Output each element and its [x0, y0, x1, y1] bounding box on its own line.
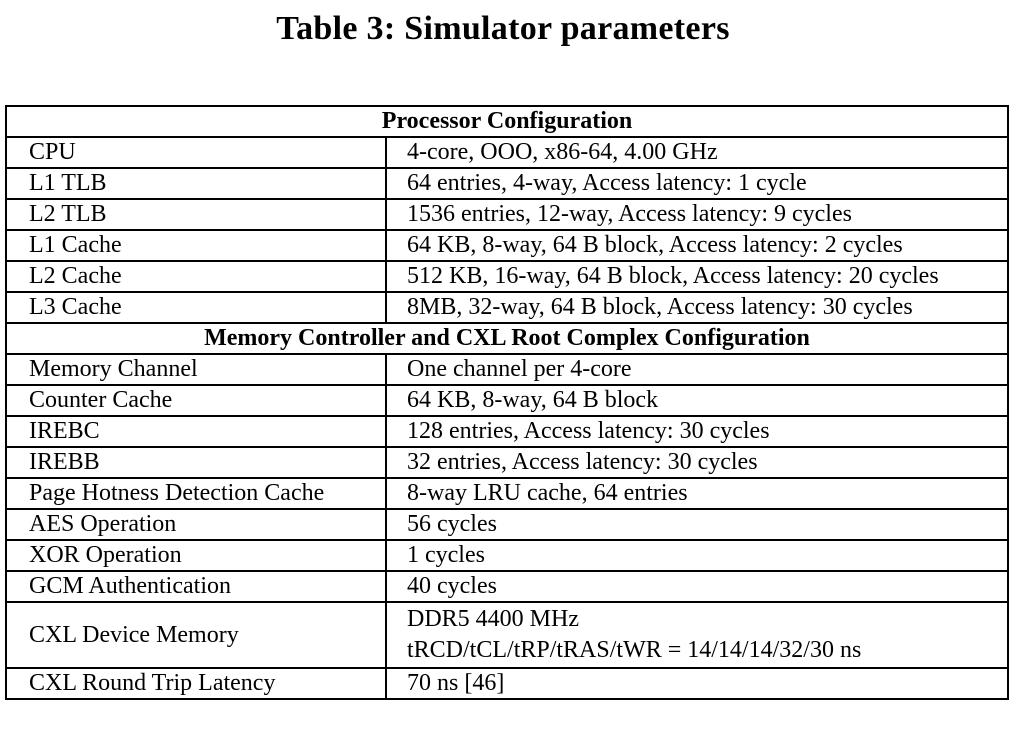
- value-line: 8-way LRU cache, 64 entries: [407, 480, 688, 506]
- value-cell: 64 KB, 8-way, 64 B block, Access latency…: [385, 229, 1009, 262]
- table-row: L1 TLB 64 entries, 4-way, Access latency:…: [5, 167, 1009, 200]
- section-heading: Memory Controller and CXL Root Complex C…: [5, 322, 1009, 355]
- value-line: 40 cycles: [407, 573, 497, 599]
- value-cell: 40 cycles: [385, 570, 1009, 603]
- table-row: IREBB 32 entries, Access latency: 30 cycl…: [5, 446, 1009, 479]
- value-cell: 64 KB, 8-way, 64 B block: [385, 384, 1009, 417]
- value-line: 512 KB, 16-way, 64 B block, Access laten…: [407, 263, 939, 289]
- value-line: 64 KB, 8-way, 64 B block: [407, 387, 659, 413]
- table-row: IREBC 128 entries, Access latency: 30 cyc…: [5, 415, 1009, 448]
- parameter-cell: L1 Cache: [5, 229, 387, 262]
- value-line: 1536 entries, 12-way, Access latency: 9 …: [407, 201, 852, 227]
- table-row: Counter Cache 64 KB, 8-way, 64 B block: [5, 384, 1009, 417]
- table-row: GCM Authentication 40 cycles: [5, 570, 1009, 603]
- simulator-parameters-table: Processor Configuration CPU 4-core, OOO, x…: [5, 105, 1009, 700]
- value-line: 4-core, OOO, x86-64, 4.00 GHz: [407, 139, 718, 165]
- value-cell: 8-way LRU cache, 64 entries: [385, 477, 1009, 510]
- value-line: 56 cycles: [407, 511, 497, 537]
- table-row: L1 Cache 64 KB, 8-way, 64 B block, Access…: [5, 229, 1009, 262]
- table-row: CXL Device Memory DDR5 4400 MHz tRCD/tCL/t…: [5, 601, 1009, 669]
- table-row: Page Hotness Detection Cache 8-way LRU ca…: [5, 477, 1009, 510]
- value-line: tRCD/tCL/tRP/tRAS/tWR = 14/14/14/32/30 n…: [407, 637, 862, 663]
- parameter-cell: L3 Cache: [5, 291, 387, 324]
- value-cell: 8MB, 32-way, 64 B block, Access latency:…: [385, 291, 1009, 324]
- parameter-cell: CXL Round Trip Latency: [5, 667, 387, 700]
- table-body: Processor Configuration CPU 4-core, OOO, x…: [5, 105, 1009, 700]
- section-header-row: Processor Configuration: [5, 105, 1009, 138]
- value-line: 1 cycles: [407, 542, 485, 568]
- parameter-cell: Page Hotness Detection Cache: [5, 477, 387, 510]
- value-line: 128 entries, Access latency: 30 cycles: [407, 418, 770, 444]
- table-row: CXL Round Trip Latency 70 ns [46]: [5, 667, 1009, 700]
- parameter-cell: Memory Channel: [5, 353, 387, 386]
- table-row: Memory Channel One channel per 4-core: [5, 353, 1009, 386]
- table-row: XOR Operation 1 cycles: [5, 539, 1009, 572]
- table-row: AES Operation 56 cycles: [5, 508, 1009, 541]
- parameter-cell: CPU: [5, 136, 387, 169]
- parameter-cell: L2 TLB: [5, 198, 387, 231]
- value-line: One channel per 4-core: [407, 356, 632, 382]
- parameter-cell: Counter Cache: [5, 384, 387, 417]
- value-cell: 1536 entries, 12-way, Access latency: 9 …: [385, 198, 1009, 231]
- table-caption: Table 3: Simulator parameters: [276, 10, 730, 47]
- section-heading: Processor Configuration: [5, 105, 1009, 138]
- value-cell: 70 ns [46]: [385, 667, 1009, 700]
- value-cell: 64 entries, 4-way, Access latency: 1 cyc…: [385, 167, 1009, 200]
- value-line: 32 entries, Access latency: 30 cycles: [407, 449, 758, 475]
- parameter-cell: AES Operation: [5, 508, 387, 541]
- parameter-cell: GCM Authentication: [5, 570, 387, 603]
- value-cell: 56 cycles: [385, 508, 1009, 541]
- value-cell: DDR5 4400 MHz tRCD/tCL/tRP/tRAS/tWR = 14/…: [385, 601, 1009, 669]
- value-cell: 128 entries, Access latency: 30 cycles: [385, 415, 1009, 448]
- value-line: 70 ns [46]: [407, 670, 505, 696]
- parameter-cell: L1 TLB: [5, 167, 387, 200]
- value-line: DDR5 4400 MHz: [407, 606, 579, 632]
- section-header-row: Memory Controller and CXL Root Complex C…: [5, 322, 1009, 355]
- value-cell: 1 cycles: [385, 539, 1009, 572]
- parameter-cell: XOR Operation: [5, 539, 387, 572]
- parameter-cell: CXL Device Memory: [5, 601, 387, 669]
- value-cell: 32 entries, Access latency: 30 cycles: [385, 446, 1009, 479]
- table-row: L3 Cache 8MB, 32-way, 64 B block, Access …: [5, 291, 1009, 324]
- value-line: 64 entries, 4-way, Access latency: 1 cyc…: [407, 170, 807, 196]
- parameter-cell: IREBC: [5, 415, 387, 448]
- table-row: CPU 4-core, OOO, x86-64, 4.00 GHz: [5, 136, 1009, 169]
- value-cell: One channel per 4-core: [385, 353, 1009, 386]
- value-cell: 4-core, OOO, x86-64, 4.00 GHz: [385, 136, 1009, 169]
- parameter-cell: L2 Cache: [5, 260, 387, 293]
- value-line: 64 KB, 8-way, 64 B block, Access latency…: [407, 232, 903, 258]
- table-row: L2 Cache 512 KB, 16-way, 64 B block, Acce…: [5, 260, 1009, 293]
- table-row: L2 TLB 1536 entries, 12-way, Access laten…: [5, 198, 1009, 231]
- value-line: 8MB, 32-way, 64 B block, Access latency:…: [407, 294, 913, 320]
- value-cell: 512 KB, 16-way, 64 B block, Access laten…: [385, 260, 1009, 293]
- parameter-cell: IREBB: [5, 446, 387, 479]
